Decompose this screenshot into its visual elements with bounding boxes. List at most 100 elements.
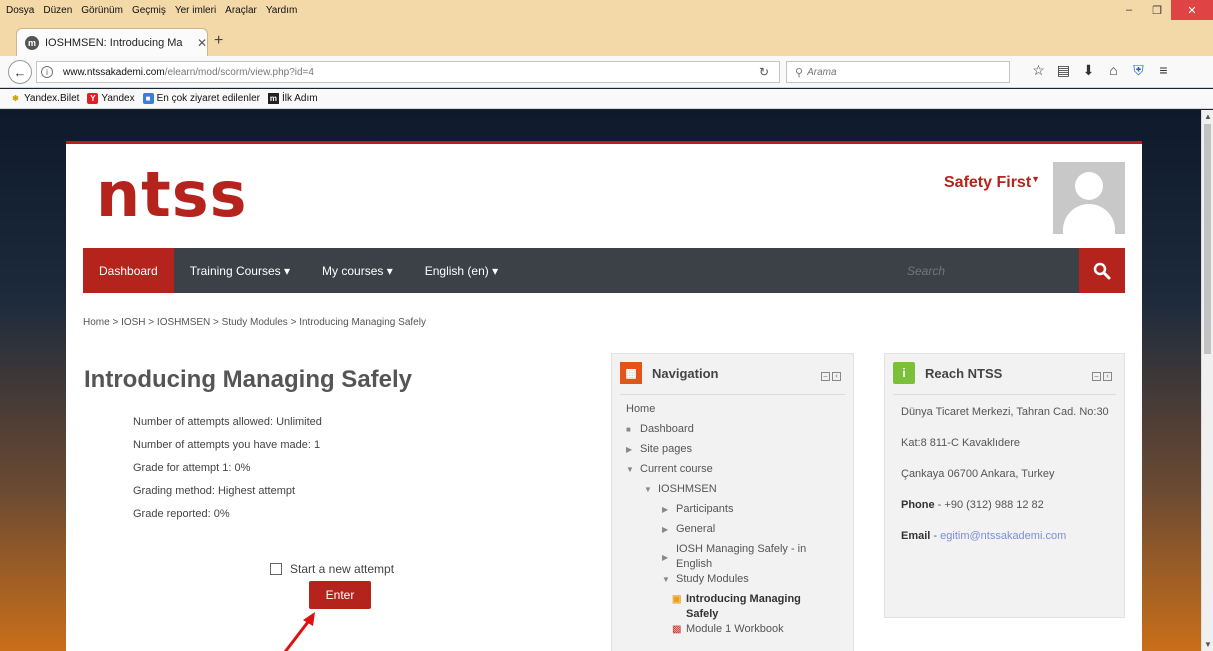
- grading-method: Grading method: Highest attempt: [133, 485, 296, 497]
- menu-tools[interactable]: Araçlar: [225, 5, 257, 16]
- browser-search-bar[interactable]: ⚲: [786, 61, 1010, 83]
- menu-history[interactable]: Geçmiş: [132, 5, 166, 16]
- email-label: Email: [901, 530, 931, 542]
- navigation-block: ▦ Navigation – ‹ Home ■ Dashboard ▶ Site p…: [611, 353, 854, 651]
- bookmark-yandex-bilet[interactable]: ✱ Yandex.Bilet: [10, 93, 79, 104]
- scorm-package-icon: ▣: [672, 594, 682, 605]
- browser-search-input[interactable]: [807, 66, 988, 78]
- tab-close-icon[interactable]: ✕: [197, 36, 207, 50]
- reach-header: i Reach NTSS: [893, 362, 1002, 384]
- scroll-thumb[interactable]: [1204, 124, 1211, 354]
- annotation-arrow: [283, 612, 315, 651]
- menu-file[interactable]: Dosya: [6, 5, 34, 16]
- hamburger-menu-icon[interactable]: ≡: [1151, 62, 1176, 79]
- site-search-input[interactable]: [899, 248, 1079, 293]
- url-path: /elearn/mod/scorm/view.php?id=4: [164, 66, 314, 78]
- nav-tree-home[interactable]: Home: [626, 402, 851, 422]
- scroll-down-icon[interactable]: ▼: [1202, 640, 1213, 649]
- url-bar[interactable]: i www.ntssakademi.com /elearn/mod/scorm/…: [36, 61, 780, 83]
- email-line: Email - egitim@ntssakademi.com: [901, 526, 1116, 547]
- menu-help[interactable]: Yardım: [266, 5, 298, 16]
- nav-tree-iosh-english[interactable]: ▶ IOSH Managing Safely - in English: [626, 542, 826, 572]
- navigation-header: ▦ Navigation: [620, 362, 718, 384]
- menu-edit[interactable]: Düzen: [43, 5, 72, 16]
- nav-tree-dashboard[interactable]: ■ Dashboard: [626, 422, 851, 442]
- back-arrow-icon[interactable]: ←: [8, 60, 32, 84]
- block-divider: [893, 394, 1116, 395]
- address-line-3: Çankaya 06700 Ankara, Turkey: [901, 468, 1055, 480]
- dock-icon[interactable]: ‹: [1103, 372, 1112, 381]
- nav-tree-study-modules[interactable]: ▼ Study Modules: [626, 572, 851, 592]
- attempt-info: Number of attempts allowed: Unlimited Nu…: [133, 416, 322, 531]
- restore-icon[interactable]: ❐: [1143, 0, 1171, 20]
- nav-tree-module-1[interactable]: ▩ Module 1 Workbook: [626, 622, 851, 642]
- phone-line: Phone - +90 (312) 988 12 82: [901, 495, 1116, 516]
- bookmarks-bar: ✱ Yandex.Bilet Y Yandex ■ En çok ziyaret…: [0, 89, 1213, 109]
- new-tab-icon[interactable]: +: [214, 32, 223, 50]
- menu-bookmarks[interactable]: Yer imleri: [175, 5, 216, 16]
- close-window-icon[interactable]: ✕: [1171, 0, 1213, 20]
- navigation-controls: – ‹: [819, 372, 841, 381]
- home-icon[interactable]: ⌂: [1101, 62, 1126, 79]
- nav-tree-ioshmsen[interactable]: ▼ IOSHMSEN: [626, 482, 851, 502]
- user-menu[interactable]: Safety First▼: [944, 174, 1040, 192]
- scroll-up-icon[interactable]: ▲: [1202, 112, 1213, 121]
- browser-tab[interactable]: m IOSHMSEN: Introducing Ma ✕: [16, 28, 208, 56]
- navigation-tree: Home ■ Dashboard ▶ Site pages ▼ Current cou…: [626, 402, 851, 642]
- nav-tree-current-course[interactable]: ▼ Current course: [626, 462, 851, 482]
- address-line-2: Kat:8 811-C Kavaklıdere: [901, 437, 1021, 449]
- site-panel: ntss Safety First▼ Dashboard Training Co…: [66, 141, 1142, 651]
- reach-controls: – ‹: [1090, 372, 1112, 381]
- folder-icon: ■: [142, 93, 154, 104]
- site-info-icon[interactable]: i: [41, 66, 53, 78]
- new-attempt-checkbox[interactable]: [270, 563, 282, 575]
- new-attempt-option[interactable]: Start a new attempt: [270, 562, 394, 576]
- url-domain: www.ntssakademi.com: [63, 66, 165, 78]
- nav-tree-general[interactable]: ▶ General: [626, 522, 851, 542]
- tab-bar: m IOSHMSEN: Introducing Ma ✕ +: [0, 20, 1213, 56]
- download-icon[interactable]: ⬇: [1076, 62, 1101, 79]
- attempts-allowed: Number of attempts allowed: Unlimited: [133, 416, 322, 428]
- nav-tree-participants[interactable]: ▶ Participants: [626, 502, 851, 522]
- phone-number: - +90 (312) 988 12 82: [934, 499, 1044, 511]
- reading-list-icon[interactable]: ▤: [1051, 62, 1076, 79]
- bookmark-label: Yandex.Bilet: [24, 93, 80, 104]
- tree-label: Module 1 Workbook: [686, 623, 784, 635]
- dock-icon[interactable]: ‹: [832, 372, 841, 381]
- breadcrumb[interactable]: Home > IOSH > IOSHMSEN > Study Modules >…: [83, 317, 426, 328]
- email-link[interactable]: egitim@ntssakademi.com: [940, 530, 1066, 542]
- site-navbar: Dashboard Training Courses ▾ My courses …: [83, 248, 1125, 293]
- tree-label: Introducing Managing Safely: [686, 593, 801, 620]
- bookmark-star-icon[interactable]: ☆: [1026, 62, 1051, 79]
- minimize-icon[interactable]: –: [1115, 0, 1143, 20]
- collapse-icon[interactable]: –: [1092, 372, 1101, 381]
- menu-view[interactable]: Görünüm: [81, 5, 123, 16]
- nav-my-courses[interactable]: My courses ▾: [306, 248, 409, 293]
- enter-button[interactable]: Enter: [309, 581, 371, 609]
- nav-dashboard[interactable]: Dashboard: [83, 248, 174, 293]
- search-icon: ⚲: [795, 66, 804, 79]
- bookmark-yandex[interactable]: Y Yandex: [87, 93, 135, 104]
- avatar[interactable]: [1053, 162, 1125, 234]
- site-search-button[interactable]: [1079, 248, 1125, 293]
- avatar-head: [1075, 172, 1103, 200]
- info-circle-icon: i: [893, 362, 915, 384]
- nav-language[interactable]: English (en) ▾: [409, 248, 514, 293]
- yandex-icon: Y: [87, 93, 99, 104]
- user-name: Safety First: [944, 174, 1032, 191]
- bookmark-most-visited[interactable]: ■ En çok ziyaret edilenler: [142, 93, 260, 104]
- bookmark-label: En çok ziyaret edilenler: [156, 93, 260, 104]
- nav-tree-current-page[interactable]: ▣ Introducing Managing Safely: [626, 592, 836, 622]
- reach-ntss-block: i Reach NTSS – ‹ Dünya Ticaret Merkezi, …: [884, 353, 1125, 618]
- nav-tree-site-pages[interactable]: ▶ Site pages: [626, 442, 851, 462]
- nav-training-courses[interactable]: Training Courses ▾: [174, 248, 306, 293]
- collapse-icon[interactable]: –: [821, 372, 830, 381]
- address-line-1: Dünya Ticaret Merkezi, Tahran Cad. No:30: [901, 406, 1109, 418]
- shield-icon[interactable]: ⛨: [1126, 62, 1151, 79]
- window-controls: – ❐ ✕: [1115, 0, 1213, 20]
- bookmark-ilk-adim[interactable]: m İlk Adım: [267, 93, 318, 104]
- ticket-icon: ✱: [12, 94, 19, 103]
- reload-icon[interactable]: ↻: [759, 65, 769, 79]
- page-scrollbar[interactable]: ▲ ▼: [1201, 110, 1213, 651]
- site-logo[interactable]: ntss: [96, 164, 248, 226]
